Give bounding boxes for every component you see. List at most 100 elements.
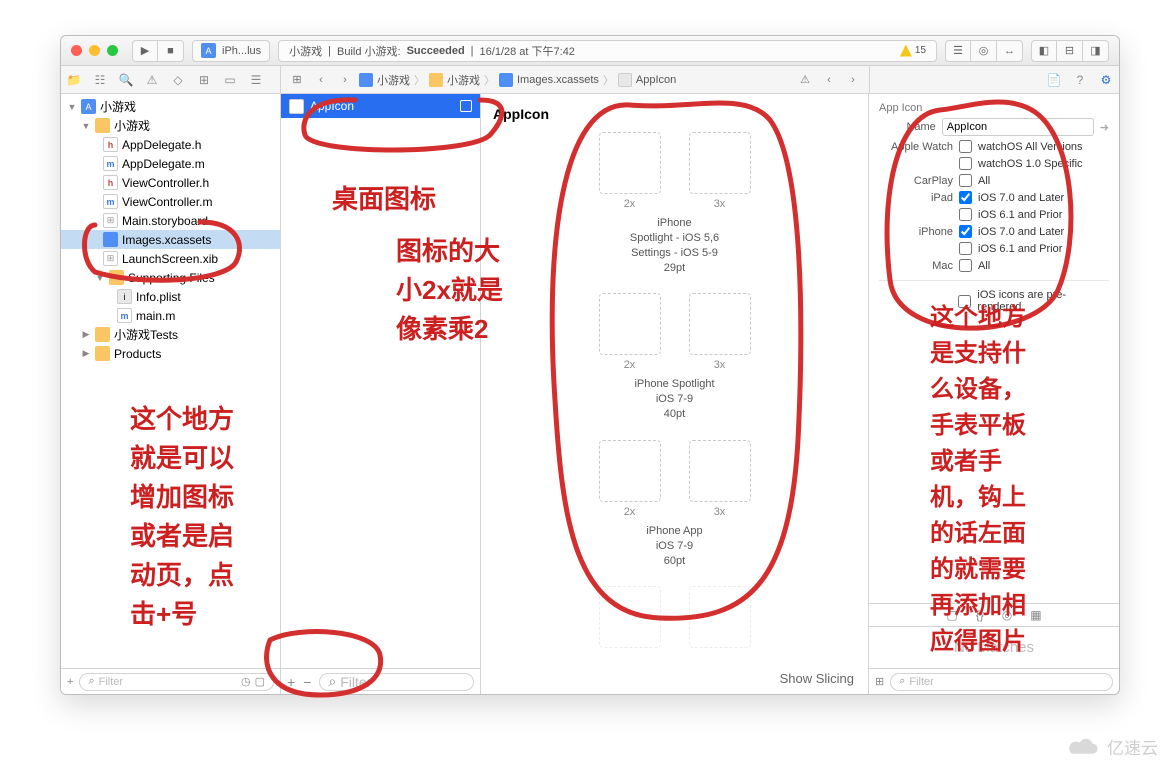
tree-file[interactable]: ⊞Main.storyboard [61, 211, 280, 230]
image-well[interactable] [689, 586, 751, 648]
crumb-seg2[interactable]: 小游戏 [447, 72, 480, 88]
asset-item-label: AppIcon [310, 99, 354, 113]
titlebar: ▶ ■ A iPh...lus 小游戏 | Build 小游戏: Succeed… [61, 36, 1119, 66]
forward-button[interactable]: › [335, 70, 355, 90]
report-navigator-icon[interactable]: ☰ [243, 66, 269, 93]
tree-project-root[interactable]: ▼A小游戏 [61, 97, 280, 116]
tree-file[interactable]: mViewController.m [61, 192, 280, 211]
related-items-icon[interactable]: ⊞ [287, 70, 307, 90]
image-well[interactable] [599, 440, 661, 502]
crumb-prev-icon[interactable]: ‹ [819, 70, 839, 90]
tree-file-selected[interactable]: Images.xcassets [61, 230, 280, 249]
crumb-next-icon[interactable]: › [843, 70, 863, 90]
minimize-icon[interactable] [89, 45, 100, 56]
assetlist-remove[interactable]: − [303, 674, 311, 690]
tree-group-products[interactable]: ▶Products [61, 344, 280, 363]
check-carplay[interactable] [959, 174, 972, 187]
tree-file[interactable]: mmain.m [61, 306, 280, 325]
stop-button[interactable]: ■ [158, 40, 184, 62]
run-button[interactable]: ▶ [132, 40, 158, 62]
toggle-debug-icon[interactable]: ⊟ [1057, 40, 1083, 62]
find-navigator-icon[interactable]: 🔍 [113, 66, 139, 93]
help-inspector-icon[interactable]: ? [1067, 66, 1093, 93]
tree-group-supporting[interactable]: ▼Supporting Files [61, 268, 280, 287]
asset-canvas: AppIcon 2x3x iPhoneSpotlight - iOS 5,6Se… [481, 94, 868, 694]
name-field[interactable] [942, 118, 1094, 136]
clock-icon[interactable]: ◷ [241, 675, 251, 688]
check-watchos-10[interactable] [959, 157, 972, 170]
image-well[interactable] [689, 132, 751, 194]
tree-file[interactable]: hViewController.h [61, 173, 280, 192]
show-slicing-button[interactable]: Show Slicing [780, 671, 854, 686]
version-editor-icon[interactable]: ↔ [997, 40, 1023, 62]
grid-icon[interactable]: ⊞ [875, 675, 884, 688]
iphone-label: iPhone [879, 226, 953, 238]
back-button[interactable]: ‹ [311, 70, 331, 90]
asset-item-appicon[interactable]: AppIcon [281, 94, 480, 118]
chk-text: watchOS All Versions [978, 141, 1083, 153]
tree-file[interactable]: ⊞LaunchScreen.xib [61, 249, 280, 268]
toggle-nav-icon[interactable]: ◧ [1031, 40, 1057, 62]
issue-navigator-icon[interactable]: ⚠ [139, 66, 165, 93]
assetlist-filter-ph: Filter [340, 674, 371, 690]
slot-caption: iPhone SpotlightiOS 7-940pt [493, 377, 856, 422]
assistant-editor-icon[interactable]: ◎ [971, 40, 997, 62]
test-navigator-icon[interactable]: ◇ [165, 66, 191, 93]
zoom-icon[interactable] [107, 45, 118, 56]
scope-icon[interactable]: ▢ [255, 675, 265, 688]
chk-text: All [978, 260, 990, 272]
file-inspector-icon[interactable]: 📄 [1041, 66, 1067, 93]
library-filter[interactable]: ⌕ Filter [890, 673, 1113, 691]
image-well[interactable] [689, 293, 751, 355]
name-label: Name [879, 121, 936, 133]
watermark: 亿速云 [1067, 734, 1158, 759]
toggle-inspector-icon[interactable]: ◨ [1083, 40, 1109, 62]
crumb-seg4[interactable]: AppIcon [636, 74, 676, 86]
breakpoint-navigator-icon[interactable]: ▭ [217, 66, 243, 93]
crumb-assets-icon [499, 73, 513, 87]
scheme-target: iPh...lus [222, 45, 261, 57]
symbol-navigator-icon[interactable]: ☷ [87, 66, 113, 93]
library-filter-ph: Filter [909, 676, 933, 688]
tree-file[interactable]: mAppDelegate.m [61, 154, 280, 173]
lib-tab-4[interactable]: ▦ [1030, 608, 1041, 622]
warn-badge[interactable]: 15 [900, 45, 926, 57]
nav-filter[interactable]: ⌕ Filter ◷ ▢ [79, 673, 274, 691]
assetlist-add[interactable]: + [287, 674, 295, 690]
image-well[interactable] [689, 440, 751, 502]
attributes-inspector-icon[interactable]: ⚙ [1093, 66, 1119, 93]
tree-file[interactable]: iInfo.plist [61, 287, 280, 306]
arrow-icon[interactable]: ➜ [1100, 121, 1109, 134]
crumb-seg1[interactable]: 小游戏 [377, 72, 410, 88]
check-watchos-all[interactable] [959, 140, 972, 153]
chk-text: iOS 6.1 and Prior [978, 209, 1062, 221]
scheme-selector[interactable]: A iPh...lus [192, 40, 270, 62]
image-well[interactable] [599, 586, 661, 648]
tree-file[interactable]: hAppDelegate.h [61, 135, 280, 154]
crumb-appicon-icon [618, 73, 632, 87]
chk-text: iOS 7.0 and Later [978, 192, 1064, 204]
assetlist-filter[interactable]: ⌕ Filter [319, 673, 474, 691]
debug-navigator-icon[interactable]: ⊞ [191, 66, 217, 93]
check-iphone-7[interactable] [959, 225, 972, 238]
crumb-seg3[interactable]: Images.xcassets [517, 74, 599, 86]
app-icon: A [201, 43, 216, 58]
standard-editor-icon[interactable]: ☰ [945, 40, 971, 62]
tree-group[interactable]: ▼小游戏 [61, 116, 280, 135]
chk-text: All [978, 175, 990, 187]
crumb-warning-icon[interactable]: ⚠ [795, 70, 815, 90]
check-iphone-6[interactable] [959, 242, 972, 255]
check-mac[interactable] [959, 259, 972, 272]
carplay-label: CarPlay [879, 175, 953, 187]
tree-group-tests[interactable]: ▶‎小游戏Tests [61, 325, 280, 344]
image-well[interactable] [599, 293, 661, 355]
nav-filter-ph: Filter [99, 676, 123, 688]
image-well[interactable] [599, 132, 661, 194]
anno-desktop-icon: 桌面图标 [332, 180, 436, 219]
project-navigator-icon[interactable]: 📁 [61, 66, 87, 93]
add-button[interactable]: + [67, 676, 73, 688]
check-ipad-7[interactable] [959, 191, 972, 204]
crumb-folder-icon [429, 73, 443, 87]
close-icon[interactable] [71, 45, 82, 56]
check-ipad-6[interactable] [959, 208, 972, 221]
